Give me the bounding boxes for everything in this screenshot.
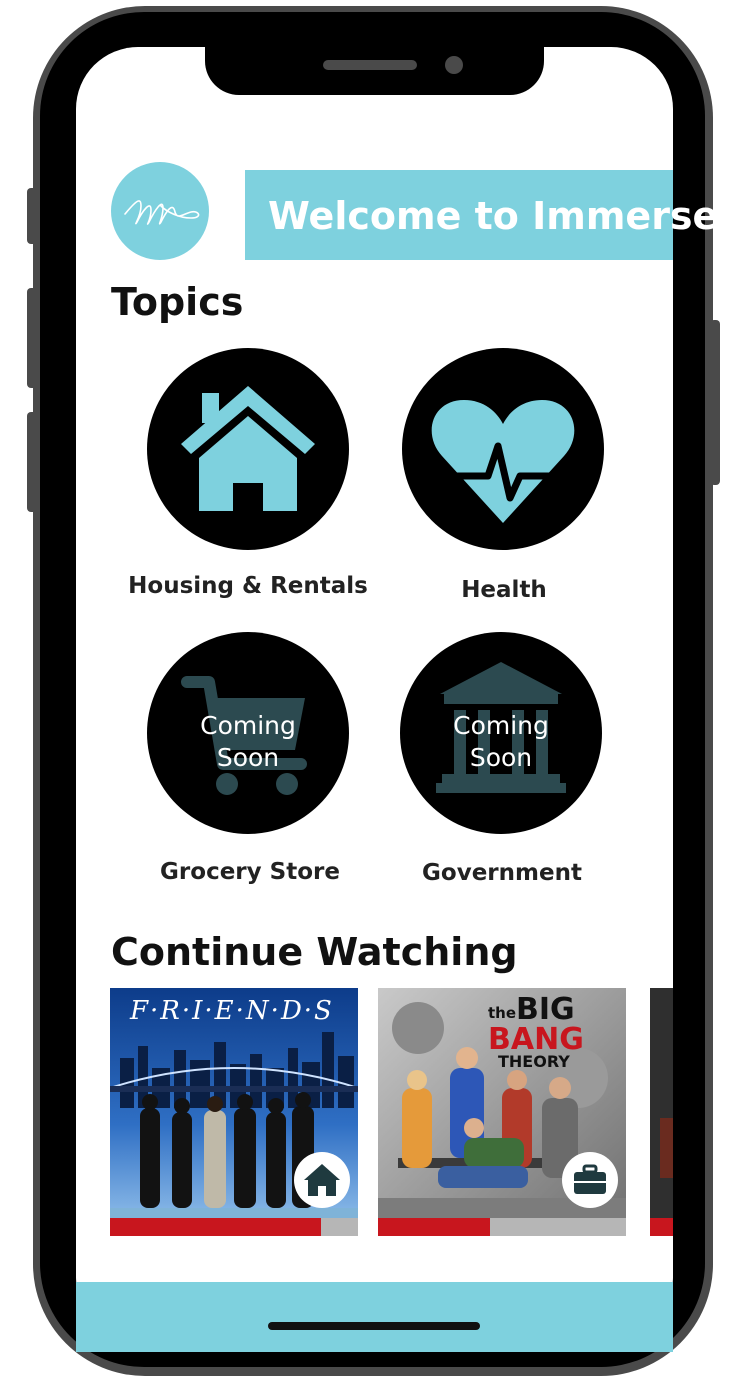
coming-soon-line1: Coming xyxy=(453,711,549,740)
topic-grocery-label: Grocery Store xyxy=(160,859,340,885)
bbt-title-small: the xyxy=(488,1004,517,1022)
bbt-title-sub: THEORY xyxy=(498,1052,570,1071)
friends-title: F·R·I·E·N·D·S xyxy=(130,996,334,1026)
briefcase-icon xyxy=(574,1164,606,1194)
topic-grocery-button[interactable]: Coming Soon xyxy=(147,632,349,834)
house-icon xyxy=(304,1164,340,1196)
house-icon xyxy=(181,386,315,511)
video-card-big-bang-theory[interactable]: the BIG BANG THEORY xyxy=(378,988,626,1236)
progress-fill xyxy=(378,1218,490,1236)
home-indicator[interactable] xyxy=(268,1322,480,1330)
topic-health-label: Health xyxy=(461,577,547,603)
heart-pulse-icon xyxy=(431,400,575,523)
progress-fill xyxy=(110,1218,321,1236)
coming-soon-line1: Coming xyxy=(200,711,296,740)
speaker-grille xyxy=(323,60,417,70)
topic-housing-button[interactable] xyxy=(147,348,349,550)
front-camera xyxy=(445,56,463,74)
welcome-title: Welcome to Immerse xyxy=(268,194,719,238)
topic-health-button[interactable] xyxy=(402,348,604,550)
notch xyxy=(205,47,544,95)
immerse-logo-icon[interactable] xyxy=(111,162,209,260)
topic-government-button[interactable]: Coming Soon xyxy=(400,632,602,834)
topic-badge[interactable] xyxy=(294,1152,350,1208)
video-poster-partial xyxy=(650,988,673,1236)
coming-soon-line2: Soon xyxy=(216,743,280,772)
continue-watching-heading: Continue Watching xyxy=(111,930,518,974)
topic-housing-label: Housing & Rentals xyxy=(128,573,368,599)
topics-heading: Topics xyxy=(111,280,244,324)
poster-shape xyxy=(660,1118,673,1178)
bottom-bar xyxy=(76,1282,673,1352)
coming-soon-line2: Soon xyxy=(469,743,533,772)
video-card-partial[interactable] xyxy=(650,988,673,1236)
topic-badge[interactable] xyxy=(562,1152,618,1208)
progress-fill xyxy=(650,1218,673,1236)
topic-government-label: Government xyxy=(422,860,582,886)
video-card-friends[interactable]: F·R·I·E·N·D·S xyxy=(110,988,358,1236)
